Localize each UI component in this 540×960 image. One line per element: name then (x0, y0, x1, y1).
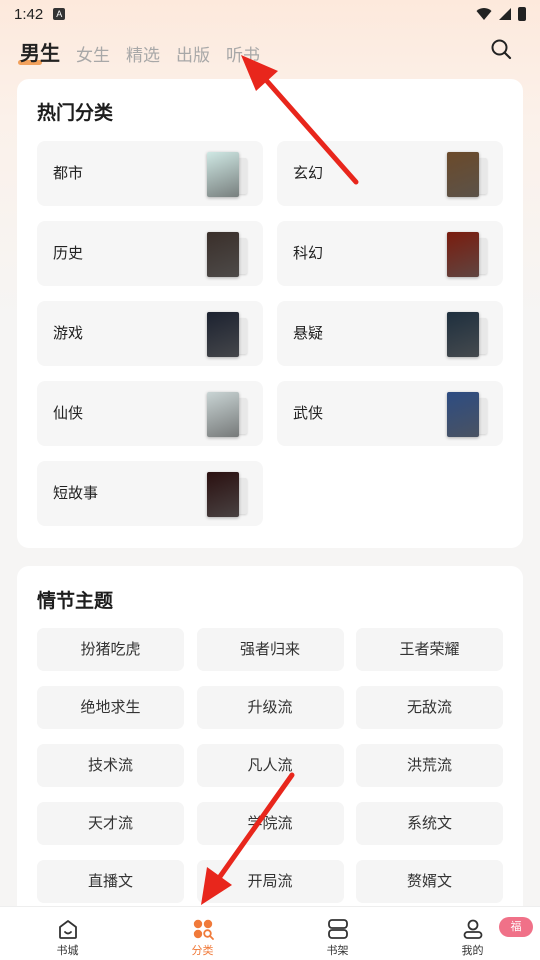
book-cover-image (447, 232, 479, 277)
hot-categories-title: 热门分类 (37, 102, 114, 124)
theme-tag[interactable]: 直播文 (37, 860, 184, 903)
tab-published[interactable]: 出版 (176, 41, 210, 66)
book-cover-image (447, 312, 479, 357)
book-cover-image (207, 312, 239, 357)
category-label: 科幻 (293, 244, 324, 262)
theme-tag[interactable]: 强者归来 (196, 628, 344, 671)
book-cover-image (207, 152, 239, 197)
tab-female[interactable]: 女生 (76, 41, 110, 66)
wifi-icon (476, 8, 492, 20)
theme-tag[interactable]: 凡人流 (196, 744, 344, 787)
tab-audiobook[interactable]: 听书 (226, 41, 260, 66)
hot-categories-card: 热门分类 都市 玄幻历史 科幻游戏 悬疑仙侠 武侠短故事 (17, 79, 523, 548)
nav-category[interactable]: 分类 (135, 907, 270, 960)
category-icon (193, 919, 214, 940)
theme-tag-grid: 扮猪吃虎 强者归来 王者荣耀绝地求生 升级流 无敌流技术流 凡人流 洪荒流天才流 学院流 系统文… (37, 628, 503, 903)
book-cover-stack (207, 232, 247, 277)
book-cover-image (207, 472, 239, 517)
nav-bookshelf-label: 书架 (326, 944, 349, 957)
book-cover-image (447, 152, 479, 197)
profile-icon (463, 919, 482, 939)
book-cover-stack (447, 232, 487, 277)
category-item[interactable]: 悬疑 (277, 301, 503, 366)
category-item[interactable]: 都市 (37, 141, 263, 206)
category-item[interactable]: 历史 (37, 221, 263, 286)
book-cover-stack (207, 392, 247, 437)
category-label: 仙侠 (53, 404, 84, 422)
battery-icon (518, 7, 526, 21)
plot-themes-card: 情节主题 扮猪吃虎 强者归来 王者荣耀绝地求生 升级流 无敌流技术流 凡人流 洪荒流天才流学… (17, 566, 523, 926)
tab-featured[interactable]: 精选 (126, 41, 160, 66)
notification-app-icon: A (53, 8, 66, 20)
status-time: 1:42 (14, 5, 44, 23)
category-item[interactable]: 武侠 (277, 381, 503, 446)
signal-icon (499, 8, 511, 20)
theme-tag[interactable]: 技术流 (37, 744, 184, 787)
book-cover-image (447, 392, 479, 437)
plot-themes-title: 情节主题 (37, 590, 114, 612)
book-cover-stack (207, 312, 247, 357)
status-bar: 1:42 A (0, 0, 540, 28)
category-label: 悬疑 (293, 324, 324, 342)
nav-bookstore[interactable]: 书城 (0, 907, 135, 960)
nav-profile[interactable]: 我的 福 (405, 907, 540, 960)
theme-tag[interactable]: 扮猪吃虎 (37, 628, 184, 671)
category-label: 武侠 (293, 404, 324, 422)
category-item[interactable]: 短故事 (37, 461, 263, 526)
status-indicators (476, 7, 526, 21)
book-cover-stack (447, 312, 487, 357)
home-icon (58, 920, 77, 939)
book-cover-image (207, 392, 239, 437)
category-label: 游戏 (53, 324, 84, 342)
category-label: 玄幻 (293, 164, 324, 182)
welfare-badge[interactable]: 福 (499, 917, 533, 937)
book-cover-stack (207, 472, 247, 517)
theme-tag[interactable]: 系统文 (356, 802, 503, 845)
theme-tag[interactable]: 学院流 (196, 802, 344, 845)
category-item[interactable]: 玄幻 (277, 141, 503, 206)
category-item[interactable]: 科幻 (277, 221, 503, 286)
category-grid: 都市 玄幻历史 科幻游戏 悬疑仙侠 武侠短故事 (37, 141, 503, 526)
theme-tag[interactable]: 王者荣耀 (356, 628, 503, 671)
category-label: 都市 (53, 164, 84, 182)
theme-tag[interactable]: 绝地求生 (37, 686, 184, 729)
bookshelf-icon (327, 919, 348, 939)
theme-tag[interactable]: 无敌流 (356, 686, 503, 729)
book-cover-image (207, 232, 239, 277)
tab-male[interactable]: 男生 (18, 37, 60, 66)
top-tabs: 男生 女生 精选 出版 听书 (18, 36, 260, 66)
theme-tag[interactable]: 升级流 (196, 686, 344, 729)
category-item[interactable]: 仙侠 (37, 381, 263, 446)
theme-tag[interactable]: 赘婿文 (356, 860, 503, 903)
nav-profile-label: 我的 (461, 944, 484, 957)
theme-tag[interactable]: 天才流 (37, 802, 184, 845)
category-label: 短故事 (53, 484, 99, 502)
book-cover-stack (447, 152, 487, 197)
nav-bookstore-label: 书城 (56, 944, 79, 957)
theme-tag[interactable]: 开局流 (196, 860, 344, 903)
category-item[interactable]: 游戏 (37, 301, 263, 366)
category-label: 历史 (53, 244, 84, 262)
nav-category-label: 分类 (191, 944, 214, 957)
bottom-nav: 书城 分类 书架 我的 福 (0, 906, 540, 960)
search-icon[interactable] (490, 38, 512, 60)
nav-bookshelf[interactable]: 书架 (270, 907, 405, 960)
theme-tag[interactable]: 洪荒流 (356, 744, 503, 787)
book-cover-stack (447, 392, 487, 437)
book-cover-stack (207, 152, 247, 197)
